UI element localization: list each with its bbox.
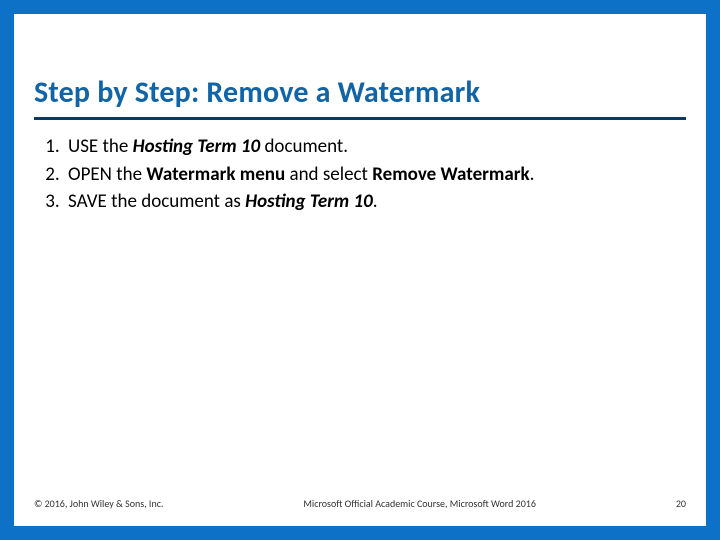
title-divider <box>34 117 686 120</box>
step-text: OPEN the <box>68 163 146 186</box>
slide-title: Step by Step: Remove a Watermark <box>34 74 686 111</box>
step-emph: Hosting Term 10 <box>133 135 261 158</box>
step-text: . <box>373 190 378 213</box>
step-emph2: Remove Watermark <box>372 163 529 186</box>
content-area: Step by Step: Remove a Watermark USE the… <box>34 74 686 217</box>
slide: Step by Step: Remove a Watermark USE the… <box>0 0 720 540</box>
step-item: USE the Hosting Term 10 document. <box>64 134 686 162</box>
step-text: and select <box>285 163 372 186</box>
footer-copyright: © 2016, John Wiley & Sons, Inc. <box>34 497 163 510</box>
footer-course: Microsoft Official Academic Course, Micr… <box>303 497 536 510</box>
footer-page-number: 20 <box>676 497 686 510</box>
step-item: OPEN the Watermark menu and select Remov… <box>64 162 686 190</box>
step-text: USE the <box>68 135 133 158</box>
step-emph: Watermark menu <box>146 163 285 186</box>
step-emph: Hosting Term 10 <box>245 190 373 213</box>
step-list: USE the Hosting Term 10 document. OPEN t… <box>34 134 686 217</box>
step-text: . <box>530 163 535 186</box>
step-text: document. <box>260 135 348 158</box>
step-item: SAVE the document as Hosting Term 10. <box>64 189 686 217</box>
step-text: SAVE the document as <box>68 190 245 213</box>
slide-footer: © 2016, John Wiley & Sons, Inc. Microsof… <box>34 497 686 510</box>
